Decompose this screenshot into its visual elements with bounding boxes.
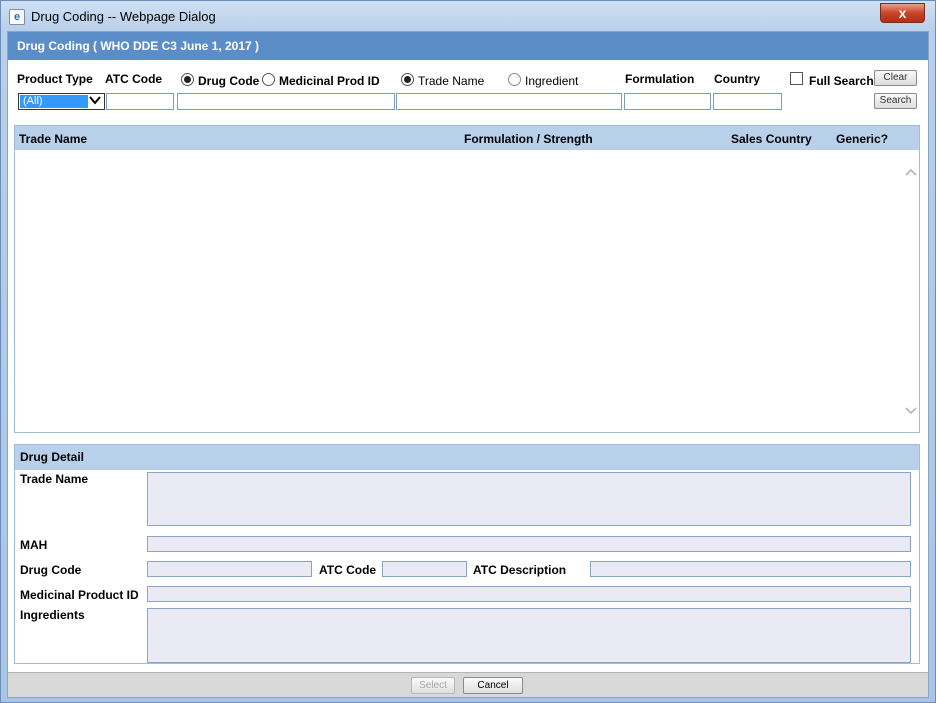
formulation-label: Formulation: [625, 72, 695, 86]
dialog-content: Drug Coding ( WHO DDE C3 June 1, 2017 ) …: [7, 31, 929, 698]
detail-drug-code-label: Drug Code: [20, 563, 82, 577]
detail-ingredients-field: [147, 608, 911, 663]
chevron-down-icon[interactable]: [88, 94, 102, 109]
product-type-label: Product Type: [17, 72, 93, 86]
detail-ingredients-label: Ingredients: [20, 608, 85, 622]
drug-detail-panel: Drug Detail Trade Name MAH Drug Code ATC…: [14, 444, 920, 664]
detail-trade-name-label: Trade Name: [20, 472, 89, 486]
page-title: Drug Coding ( WHO DDE C3 June 1, 2017 ): [8, 32, 928, 60]
detail-atc-description-field: [590, 561, 911, 577]
full-search-checkbox[interactable]: [790, 72, 803, 85]
drug-detail-title: Drug Detail: [15, 445, 919, 470]
title-bar: e Drug Coding -- Webpage Dialog x: [1, 1, 935, 31]
detail-trade-name-field: [147, 472, 911, 526]
detail-mah-field: [147, 536, 911, 552]
dialog-footer: Select Cancel: [8, 672, 928, 697]
scroll-up-icon[interactable]: [904, 165, 918, 179]
trade-name-radio-label[interactable]: Trade Name: [418, 74, 484, 88]
country-input[interactable]: [713, 93, 782, 110]
close-button[interactable]: x: [880, 3, 925, 23]
product-type-selected-value: (All): [20, 95, 88, 108]
drug-code-radio-label[interactable]: Drug Code: [198, 74, 259, 88]
medicinal-prod-id-radio-label[interactable]: Medicinal Prod ID: [279, 74, 380, 88]
window-title: Drug Coding -- Webpage Dialog: [31, 9, 216, 24]
detail-drug-code-field: [147, 561, 312, 577]
column-header-trade-name[interactable]: Trade Name: [19, 132, 87, 146]
drug-code-radio[interactable]: [181, 73, 194, 86]
detail-medicinal-product-id-label: Medicinal Product ID: [20, 588, 139, 602]
cancel-button[interactable]: Cancel: [463, 677, 523, 694]
country-label: Country: [714, 72, 760, 86]
column-header-sales-country[interactable]: Sales Country: [731, 132, 812, 146]
search-button[interactable]: Search: [874, 93, 917, 109]
column-header-formulation-strength[interactable]: Formulation / Strength: [464, 132, 593, 146]
formulation-input[interactable]: [624, 93, 711, 110]
full-search-label[interactable]: Full Search: [809, 74, 874, 88]
detail-atc-code-field: [382, 561, 467, 577]
detail-mah-label: MAH: [20, 538, 48, 552]
scroll-down-icon[interactable]: [904, 404, 918, 418]
product-type-select[interactable]: (All): [18, 93, 105, 110]
trade-name-input[interactable]: [396, 93, 622, 110]
drug-code-input[interactable]: [177, 93, 395, 110]
atc-code-input[interactable]: [106, 93, 174, 110]
trade-name-radio[interactable]: [401, 73, 414, 86]
detail-atc-code-label: ATC Code: [319, 563, 377, 577]
ingredient-radio[interactable]: [508, 73, 521, 86]
detail-medicinal-product-id-field: [147, 586, 911, 602]
results-table-header: Trade Name Formulation / Strength Sales …: [15, 126, 919, 150]
ie-page-icon: e: [9, 9, 25, 25]
select-button[interactable]: Select: [411, 677, 455, 694]
medicinal-prod-id-radio[interactable]: [262, 73, 275, 86]
results-table: Trade Name Formulation / Strength Sales …: [14, 125, 920, 433]
clear-button[interactable]: Clear: [874, 70, 917, 86]
ingredient-radio-label[interactable]: Ingredient: [525, 74, 578, 88]
dialog-window: e Drug Coding -- Webpage Dialog x Drug C…: [0, 0, 936, 703]
atc-code-label: ATC Code: [105, 72, 163, 86]
column-header-generic[interactable]: Generic?: [836, 132, 888, 146]
detail-atc-description-label: ATC Description: [473, 563, 567, 577]
